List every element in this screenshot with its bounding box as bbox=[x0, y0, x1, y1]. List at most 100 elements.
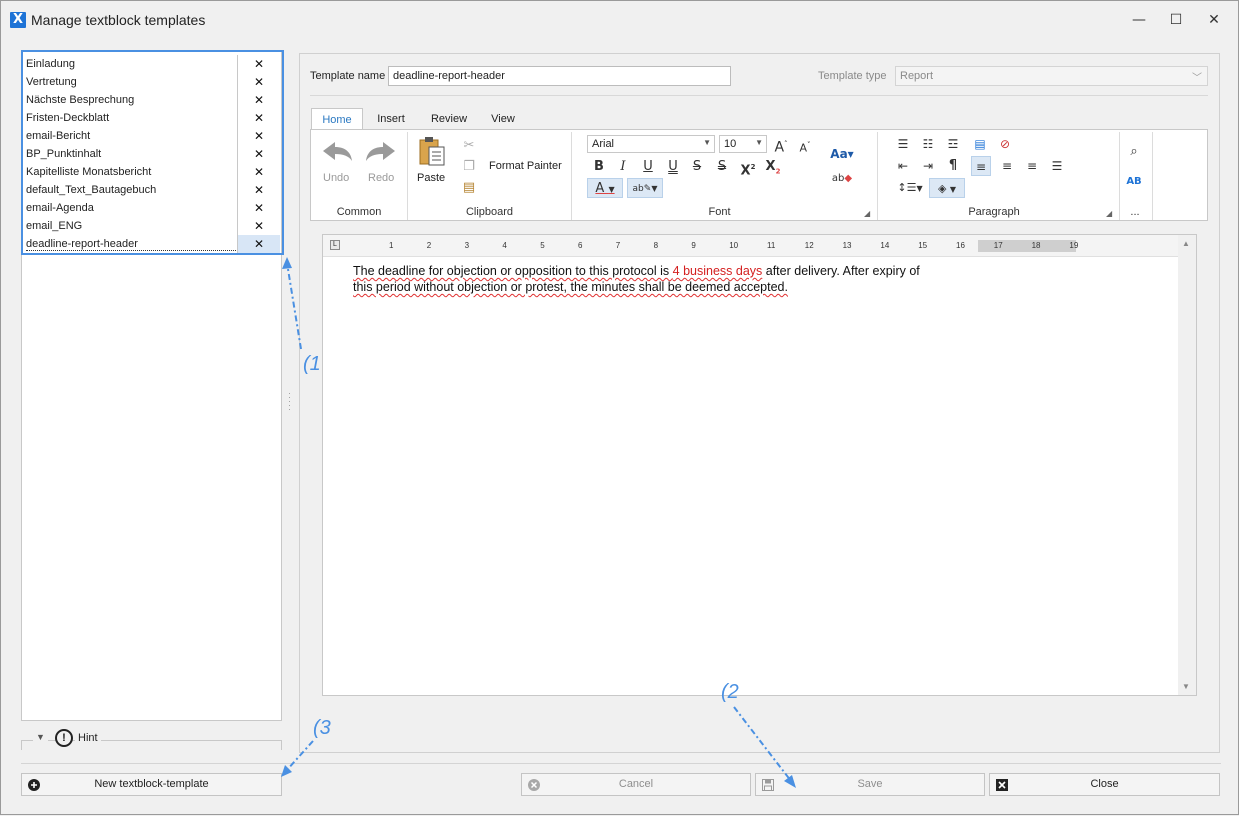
collapse-caret-icon[interactable]: ▼ bbox=[33, 732, 48, 742]
hint-section[interactable]: ▼ ! Hint bbox=[21, 727, 282, 751]
remove-list-icon[interactable]: ⊘ bbox=[995, 134, 1015, 154]
delete-icon[interactable]: ✕ bbox=[237, 181, 280, 199]
font-size-combo[interactable]: 10 ▼ bbox=[719, 135, 767, 153]
list-item[interactable]: BP_Punktinhalt ✕ bbox=[24, 145, 280, 163]
paste-icon[interactable] bbox=[417, 135, 447, 167]
splitter-handle[interactable]: · · · · · bbox=[288, 389, 292, 414]
shading-icon[interactable]: ◈ ▼ bbox=[929, 178, 965, 198]
multilevel-list-icon[interactable]: ☲ bbox=[943, 134, 963, 154]
list-item[interactable]: email-Agenda ✕ bbox=[24, 199, 280, 217]
group-common-label: Common bbox=[336, 206, 382, 218]
list-item[interactable]: Vertretung ✕ bbox=[24, 73, 280, 91]
font-dialog-launcher-icon[interactable]: ◢ bbox=[864, 209, 870, 218]
list-item[interactable]: email_ENG ✕ bbox=[24, 217, 280, 235]
delete-icon[interactable]: ✕ bbox=[237, 145, 280, 163]
new-template-button[interactable]: New textblock-template bbox=[21, 773, 282, 796]
template-list[interactable]: Einladung ✕ Vertretung ✕ Nächste Besprechung… bbox=[21, 51, 282, 721]
ribbon: Undo Redo Common Paste ✂ ❐ ▤ Format Pain… bbox=[310, 129, 1208, 221]
superscript-icon[interactable]: X2 bbox=[738, 157, 758, 178]
bold-icon[interactable]: B bbox=[589, 157, 609, 177]
template-type-value: Report bbox=[900, 70, 934, 82]
delete-icon[interactable]: ✕ bbox=[237, 127, 280, 145]
redo-icon[interactable] bbox=[363, 138, 399, 164]
delete-icon[interactable]: ✕ bbox=[237, 91, 280, 109]
delete-icon[interactable]: ✕ bbox=[237, 109, 280, 127]
shrink-font-icon[interactable]: A˅ bbox=[795, 135, 815, 155]
cut-icon[interactable]: ✂ bbox=[459, 136, 479, 156]
tab-insert[interactable]: Insert bbox=[366, 108, 416, 130]
find-icon[interactable]: ⌕ bbox=[1124, 142, 1144, 162]
font-color-icon[interactable]: A ▼ bbox=[587, 178, 623, 198]
tab-home[interactable]: Home bbox=[311, 108, 363, 130]
close-window-button[interactable]: ✕ bbox=[1194, 5, 1234, 35]
show-formatting-icon[interactable]: ¶ bbox=[943, 156, 963, 176]
maximize-button[interactable]: ☐ bbox=[1156, 5, 1196, 35]
align-left-icon[interactable]: ≡ bbox=[971, 156, 991, 176]
template-name-input[interactable] bbox=[388, 66, 731, 86]
list-item-label: email_ENG bbox=[26, 220, 83, 232]
ruler-margin-area bbox=[978, 240, 1076, 252]
copy-icon[interactable]: ❐ bbox=[459, 157, 479, 177]
list-item[interactable]: Kapitelliste Monatsbericht ✕ bbox=[24, 163, 280, 181]
close-button[interactable]: Close bbox=[989, 773, 1220, 796]
double-underline-icon[interactable]: U bbox=[663, 157, 683, 177]
delete-icon[interactable]: ✕ bbox=[237, 55, 280, 73]
ruler-number: 11 bbox=[767, 241, 776, 250]
list-style-icon[interactable]: ▤ bbox=[970, 134, 990, 154]
title-bar: X Manage textblock templates — ☐ ✕ bbox=[1, 1, 1238, 39]
italic-icon[interactable]: I bbox=[613, 157, 633, 177]
bullets-icon[interactable]: ☰ bbox=[893, 134, 913, 154]
minimize-button[interactable]: — bbox=[1119, 5, 1159, 35]
list-item[interactable]: default_Text_Bautagebuch ✕ bbox=[24, 181, 280, 199]
vertical-scrollbar[interactable]: ▲ ▼ bbox=[1178, 235, 1196, 695]
double-strikethrough-icon[interactable]: S bbox=[712, 157, 732, 177]
list-item[interactable]: Fristen-Deckblatt ✕ bbox=[24, 109, 280, 127]
list-item[interactable]: Einladung ✕ bbox=[24, 55, 280, 73]
underline-icon[interactable]: U bbox=[638, 157, 658, 177]
align-center-icon[interactable]: ≡ bbox=[997, 156, 1017, 176]
font-name-combo[interactable]: Arial ▼ bbox=[587, 135, 715, 153]
increase-indent-icon[interactable]: ⇥ bbox=[918, 156, 938, 176]
cancel-button[interactable]: Cancel bbox=[521, 773, 751, 796]
ruler[interactable]: L 1 2 3 4 5 6 7 8 9 10 11 12 13 14 15 16 17 18 19 bbox=[323, 235, 1179, 257]
list-item[interactable]: deadline-report-header ✕ bbox=[24, 235, 280, 253]
redo-button[interactable]: Redo bbox=[368, 172, 394, 184]
tab-review[interactable]: Review bbox=[420, 108, 478, 130]
highlight-color-icon[interactable]: ab✎▼ bbox=[627, 178, 663, 198]
annotation-arrowhead-1 bbox=[282, 257, 292, 269]
replace-icon[interactable]: AB bbox=[1124, 172, 1144, 192]
align-right-icon[interactable]: ≡ bbox=[1022, 156, 1042, 176]
delete-icon[interactable]: ✕ bbox=[237, 73, 280, 91]
list-item[interactable]: Nächste Besprechung ✕ bbox=[24, 91, 280, 109]
justify-icon[interactable]: ☰ bbox=[1047, 156, 1067, 176]
delete-icon[interactable]: ✕ bbox=[237, 217, 280, 235]
list-item[interactable]: email-Bericht ✕ bbox=[24, 127, 280, 145]
document-body[interactable]: The deadline for objection or opposition… bbox=[353, 263, 993, 295]
tab-view[interactable]: View bbox=[482, 108, 524, 130]
undo-icon[interactable] bbox=[319, 138, 355, 164]
plus-circle-icon bbox=[28, 779, 40, 791]
scroll-down-icon[interactable]: ▼ bbox=[1182, 682, 1190, 691]
tab-stop-icon[interactable]: L bbox=[330, 240, 340, 250]
paste-special-icon[interactable]: ▤ bbox=[459, 178, 479, 198]
strikethrough-icon[interactable]: S bbox=[687, 157, 707, 177]
numbering-icon[interactable]: ☷ bbox=[918, 134, 938, 154]
decrease-indent-icon[interactable]: ⇤ bbox=[893, 156, 913, 176]
delete-icon[interactable]: ✕ bbox=[237, 235, 280, 253]
delete-icon[interactable]: ✕ bbox=[237, 163, 280, 181]
paragraph-dialog-launcher-icon[interactable]: ◢ bbox=[1106, 209, 1112, 218]
grow-font-icon[interactable]: A˄ bbox=[771, 134, 791, 156]
group-more-label: ... bbox=[1130, 206, 1140, 218]
scroll-up-icon[interactable]: ▲ bbox=[1182, 239, 1190, 248]
exclamation-icon: ! bbox=[55, 729, 73, 747]
paste-button[interactable]: Paste bbox=[417, 172, 445, 184]
rich-text-editor[interactable]: L 1 2 3 4 5 6 7 8 9 10 11 12 13 14 15 16 17 18 19 ▲ ▼ The … bbox=[322, 234, 1197, 696]
format-painter-button[interactable]: Format Painter bbox=[489, 160, 562, 172]
delete-icon[interactable]: ✕ bbox=[237, 199, 280, 217]
change-case-icon[interactable]: Aa▾ bbox=[827, 144, 857, 164]
clear-formatting-icon[interactable]: ab◆ bbox=[827, 169, 857, 189]
line-spacing-icon[interactable]: ↕☰▼ bbox=[895, 178, 925, 198]
undo-button[interactable]: Undo bbox=[323, 172, 349, 184]
subscript-icon[interactable]: X2 bbox=[763, 157, 783, 177]
save-button[interactable]: Save bbox=[755, 773, 985, 796]
